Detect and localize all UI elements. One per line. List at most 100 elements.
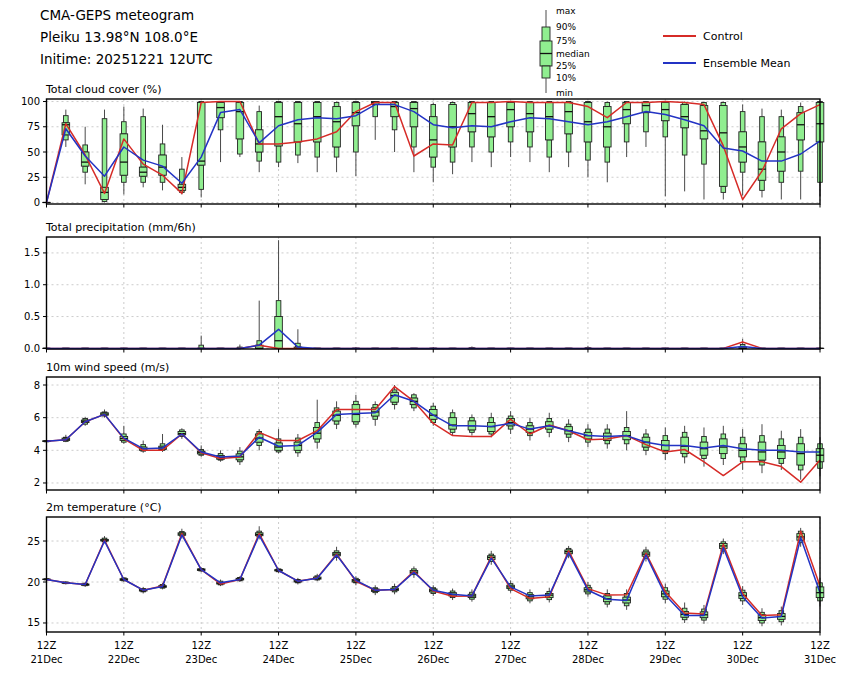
xtick-label-date: 26Dec <box>417 654 449 665</box>
box-75-90 <box>798 437 803 444</box>
box-10-25 <box>508 426 513 429</box>
box-75-90 <box>663 436 668 441</box>
panel-title: Total precipitation (mm/6h) <box>45 221 196 234</box>
boxplot <box>720 102 728 200</box>
box-10-25 <box>218 118 223 130</box>
xtick-label-hour: 12Z <box>114 640 134 651</box>
boxplot <box>429 103 437 183</box>
box-10-25 <box>605 147 610 162</box>
boxplot <box>545 102 553 173</box>
box-75-90 <box>740 112 745 132</box>
legend-box-label: 10% <box>556 73 576 83</box>
box-10-25 <box>122 175 127 182</box>
box-75-90 <box>721 434 726 439</box>
box-10-25 <box>257 442 262 445</box>
box-75-90 <box>798 107 803 113</box>
box-25-75 <box>662 103 670 121</box>
legend-box-label: 75% <box>556 36 576 46</box>
boxplot <box>642 102 650 147</box>
box-10-25 <box>547 140 552 157</box>
box-10-25 <box>412 127 417 147</box>
box-75-90 <box>760 117 765 142</box>
xtick-label-hour: 12Z <box>269 640 289 651</box>
box-10-25 <box>779 458 784 463</box>
box-10-25 <box>528 132 533 147</box>
box-25-75 <box>545 103 553 140</box>
box-10-25 <box>605 441 610 444</box>
xtick-label-hour: 12Z <box>501 640 521 651</box>
box-10-25 <box>644 113 649 132</box>
boxplot <box>275 429 283 453</box>
box-75-90 <box>102 119 107 188</box>
box-10-25 <box>315 142 320 157</box>
box-75-90 <box>160 144 165 155</box>
xtick-label-date: 23Dec <box>185 654 217 665</box>
box-10-25 <box>779 171 784 182</box>
box-75-90 <box>779 439 784 446</box>
box-10-25 <box>547 429 552 432</box>
xtick-label-date: 29Dec <box>649 654 681 665</box>
boxplot <box>584 102 592 178</box>
legend-box-label: min <box>556 88 573 98</box>
box-25-75 <box>294 103 302 142</box>
box-10-25 <box>199 165 204 189</box>
box-10-25 <box>721 454 726 459</box>
box-25-75 <box>623 103 631 124</box>
box-10-25 <box>682 454 687 457</box>
box-10-25 <box>586 142 591 160</box>
boxplot <box>526 102 534 163</box>
box-10-25 <box>431 157 436 167</box>
boxplot <box>62 435 70 442</box>
ytick-label: 1.5 <box>24 247 40 258</box>
box-75-90 <box>682 432 687 437</box>
box-25-75 <box>217 103 225 118</box>
box-10-25 <box>566 134 571 152</box>
panel-title: Total cloud cover (%) <box>45 83 162 96</box>
ytick-label: 6 <box>34 412 40 423</box>
box-75-90 <box>547 418 552 421</box>
box-10-25 <box>798 140 803 171</box>
boxplot <box>778 110 786 200</box>
box-75-90 <box>64 116 69 123</box>
box-10-25 <box>740 162 745 172</box>
box-75-90 <box>315 423 320 428</box>
box-10-25 <box>83 166 88 172</box>
legend-box-label: 90% <box>556 22 576 32</box>
boxplot <box>565 102 573 168</box>
ytick-label: 25 <box>27 172 40 183</box>
ytick-label: 2 <box>34 477 40 488</box>
boxplot <box>294 102 302 164</box>
ytick-label: 75 <box>27 121 40 132</box>
box-25-75 <box>449 418 457 429</box>
xtick-label-date: 22Dec <box>108 654 140 665</box>
boxplot <box>700 102 708 200</box>
boxplot <box>797 429 805 480</box>
xtick-label-date: 24Dec <box>263 654 295 665</box>
box-25-75 <box>797 113 805 140</box>
box-25-75 <box>487 103 495 137</box>
box-10-25 <box>470 132 475 147</box>
box-10-25 <box>276 146 281 162</box>
ytick-label: 1.0 <box>24 279 40 290</box>
box-10-25 <box>624 124 629 142</box>
ytick-label: 0 <box>34 197 40 208</box>
boxplot <box>159 434 167 452</box>
boxplot <box>681 426 689 464</box>
box-10-25 <box>663 121 668 137</box>
boxplot <box>159 125 167 191</box>
xtick-label-date: 21Dec <box>30 654 62 665</box>
box-10-25 <box>740 457 745 462</box>
legend-mean-label: Ensemble Mean <box>703 57 790 70</box>
meteogram-page: CMA-GEPS meteogram Pleiku 13.98°N 108.0°… <box>0 0 842 680</box>
box-10-25 <box>373 105 378 117</box>
box-10-25 <box>354 126 359 152</box>
boxplot <box>507 102 515 158</box>
boxplot <box>758 109 766 198</box>
box-75-90 <box>702 436 707 442</box>
boxplot <box>662 427 670 460</box>
boxplot <box>352 395 360 428</box>
ytick-label: 0.0 <box>24 343 40 354</box>
xtick-label-date: 25Dec <box>340 654 372 665</box>
box-25-75 <box>410 103 418 127</box>
box-10-25 <box>450 147 455 162</box>
